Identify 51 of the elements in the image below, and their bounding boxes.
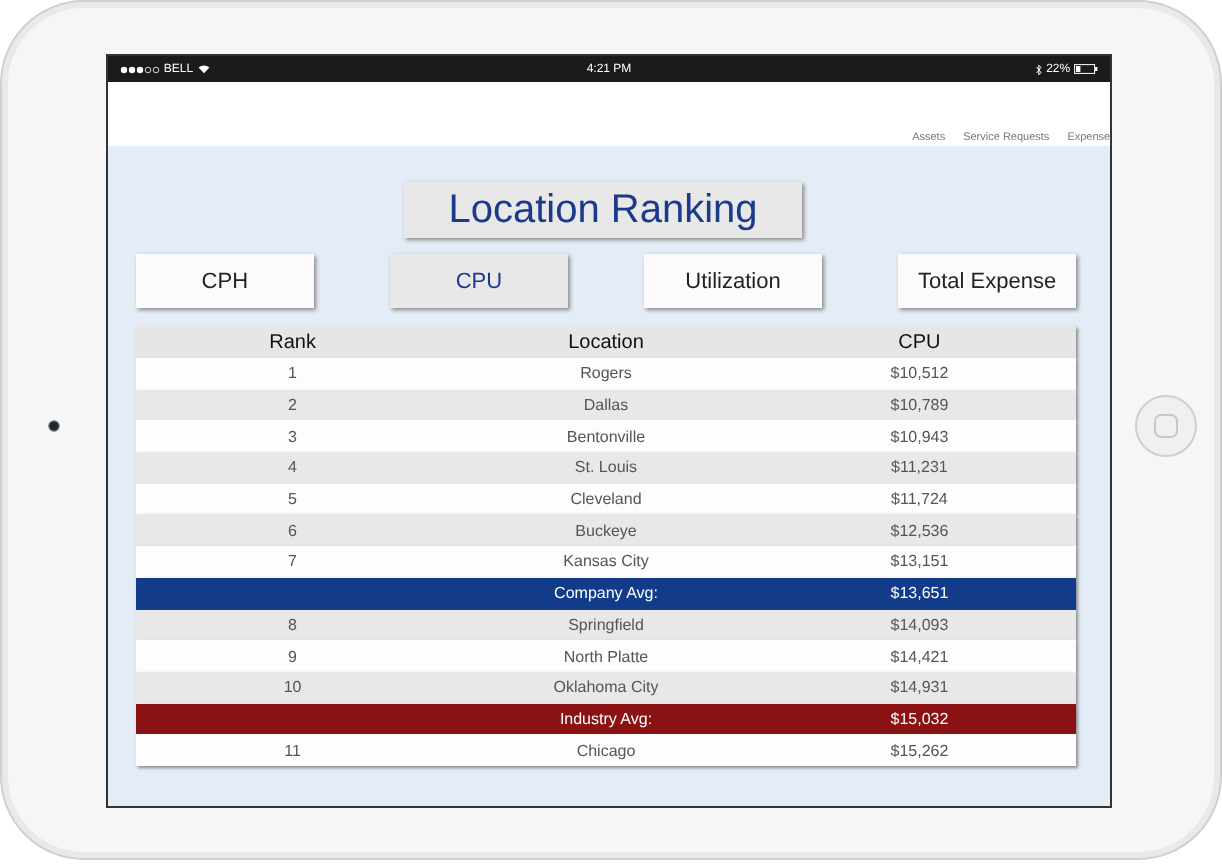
table-cell-text: $14,931 xyxy=(888,678,951,697)
table-cell-text: Dallas xyxy=(581,396,631,415)
home-button[interactable] xyxy=(1134,394,1199,458)
table-cell-text: Chicago xyxy=(574,741,638,760)
table-cell-text: 4 xyxy=(286,458,299,477)
table-cell-text: North Platte xyxy=(561,647,651,666)
table-cell-text: $15,032 xyxy=(888,709,951,728)
table-cell-text: $10,943 xyxy=(888,427,951,446)
battery-icon xyxy=(1074,64,1099,74)
table-cell-text: 2 xyxy=(286,396,299,415)
camera-icon xyxy=(47,420,60,432)
column-header: CPU xyxy=(896,331,943,353)
table-cell-text: 7 xyxy=(286,552,299,571)
table-cell-text: $15,262 xyxy=(888,741,951,760)
table-cell-text: Cleveland xyxy=(568,490,644,509)
table-cell-text: St. Louis xyxy=(572,458,640,477)
signal-icon xyxy=(119,65,160,73)
table-cell-text: $14,421 xyxy=(888,647,951,666)
table-cell-text: Rogers xyxy=(578,364,634,383)
table-cell-text: 10 xyxy=(281,678,304,697)
table-cell-text: $13,651 xyxy=(888,584,951,603)
table-cell-text: 8 xyxy=(286,615,299,634)
table-cell-text: Industry Avg: xyxy=(557,709,655,728)
table-cell-text: Springfield xyxy=(566,615,646,634)
table-cell-text: $11,724 xyxy=(889,490,950,509)
table-cell-text: $10,789 xyxy=(888,396,951,415)
metric-tab[interactable]: CPH xyxy=(135,254,314,308)
table-cell-text: 6 xyxy=(286,521,299,540)
table-cell-text: 1 xyxy=(286,364,299,383)
metric-tab[interactable]: Total Expense xyxy=(898,254,1077,308)
metric-tab[interactable]: Utilization xyxy=(644,254,823,308)
table-cell-text: Buckeye xyxy=(573,521,639,540)
wifi-icon xyxy=(197,64,210,74)
table-cell-text: Company Avg: xyxy=(552,584,660,603)
table-cell-text: 11 xyxy=(282,741,303,760)
page-title: Location Ranking xyxy=(404,182,802,238)
table-cell-text: Kansas City xyxy=(561,552,651,571)
table-cell-text: 9 xyxy=(286,647,299,666)
table-cell-text: 5 xyxy=(286,490,299,509)
bluetooth-icon xyxy=(1036,63,1043,75)
table-cell-text: Bentonville xyxy=(564,427,648,446)
table-cell-text: $13,151 xyxy=(888,552,951,571)
column-header: Location xyxy=(566,331,646,353)
table-cell-text: 3 xyxy=(286,427,299,446)
table-cell-text: $10,512 xyxy=(888,364,951,383)
table-cell-text: $12,536 xyxy=(888,521,951,540)
table-cell-text: $11,231 xyxy=(889,458,950,477)
column-header: Rank xyxy=(267,331,318,353)
table-cell-text: $14,093 xyxy=(888,615,951,634)
table-cell-text: Oklahoma City xyxy=(551,678,661,697)
metric-tab[interactable]: CPU xyxy=(389,254,568,308)
